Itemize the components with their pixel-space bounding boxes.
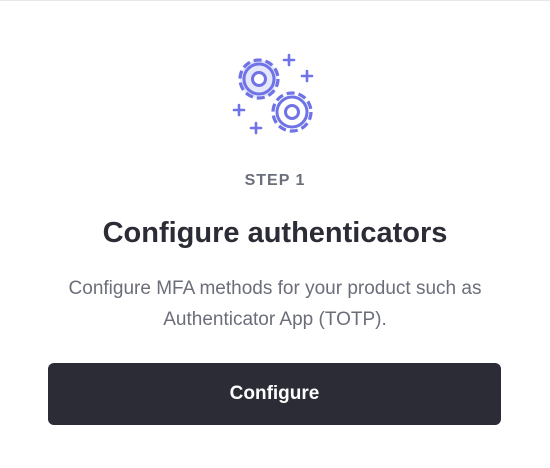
setup-step-card: STEP 1 Configure authenticators Configur… — [0, 0, 550, 468]
description-text: Configure MFA methods for your product s… — [68, 278, 482, 330]
gears-icon — [232, 53, 314, 135]
large-gear-icon — [238, 58, 280, 100]
page-title: Configure authenticators — [102, 217, 448, 249]
configure-button[interactable]: Configure — [48, 363, 501, 425]
small-gear-icon — [271, 91, 313, 133]
step-label: STEP 1 — [244, 172, 306, 189]
